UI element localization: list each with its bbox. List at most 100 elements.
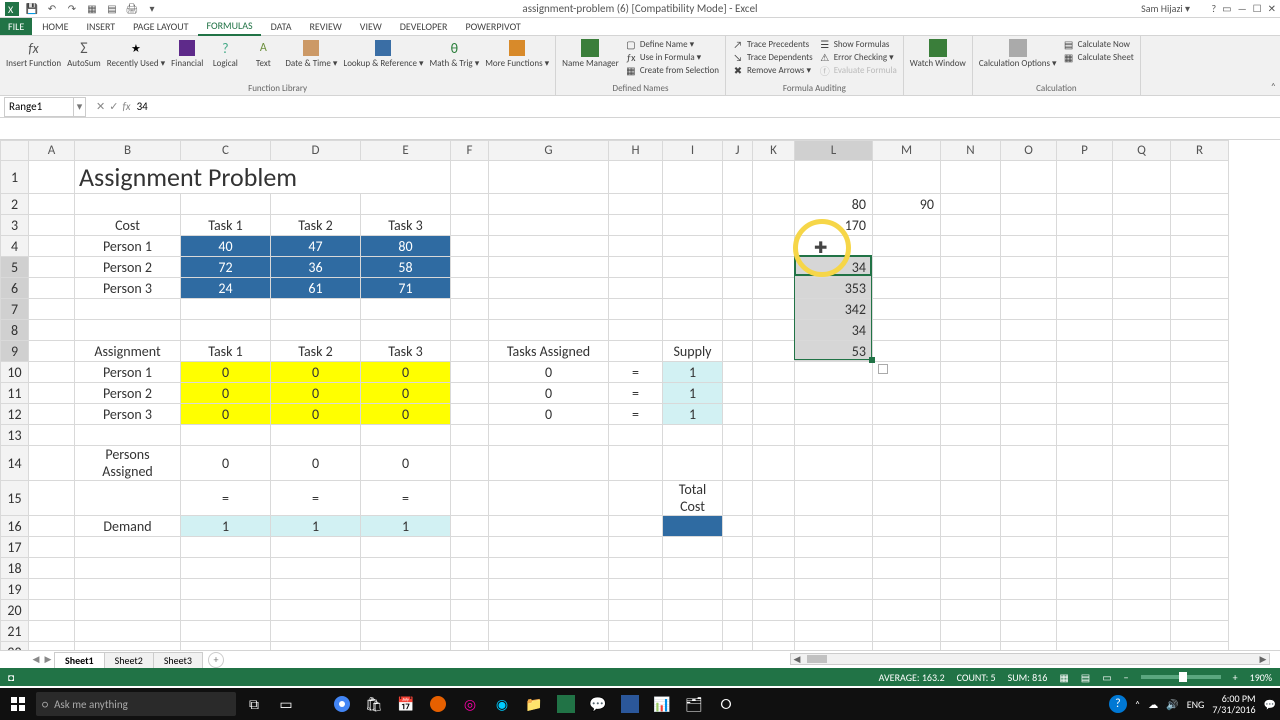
cell[interactable] — [941, 299, 1001, 320]
cell[interactable]: = — [271, 481, 361, 516]
row-header[interactable]: 17 — [1, 537, 29, 558]
cell[interactable] — [181, 299, 271, 320]
cell[interactable]: 1 — [663, 404, 723, 425]
cell[interactable] — [1171, 194, 1229, 215]
cell[interactable] — [795, 383, 873, 404]
cell[interactable] — [1113, 516, 1171, 537]
cell[interactable]: 0 — [489, 404, 609, 425]
signin-label[interactable]: Sam Hijazi ▾ — [1141, 2, 1190, 15]
row-header[interactable]: 3 — [1, 215, 29, 236]
cell[interactable] — [609, 194, 663, 215]
cell[interactable] — [663, 161, 723, 194]
cell[interactable] — [489, 278, 609, 299]
column-header[interactable]: D — [271, 141, 361, 161]
qat-dropdown-icon[interactable]: ▾ — [144, 1, 160, 17]
cell[interactable] — [29, 320, 75, 341]
cell[interactable] — [609, 642, 663, 651]
cell[interactable] — [723, 516, 753, 537]
notifications-icon[interactable]: 💬 — [1264, 698, 1276, 711]
cell[interactable] — [181, 320, 271, 341]
cell[interactable] — [489, 558, 609, 579]
add-sheet-button[interactable]: + — [208, 652, 224, 668]
cell[interactable] — [1113, 299, 1171, 320]
cell[interactable] — [451, 600, 489, 621]
cell[interactable] — [29, 516, 75, 537]
cell[interactable] — [1057, 194, 1113, 215]
collapse-ribbon-icon[interactable]: ˄ — [1271, 80, 1276, 93]
cell[interactable] — [723, 257, 753, 278]
cell[interactable] — [1001, 215, 1057, 236]
cell[interactable] — [663, 516, 723, 537]
cell[interactable] — [181, 621, 271, 642]
zoom-slider[interactable] — [1141, 675, 1221, 679]
cell[interactable] — [181, 642, 271, 651]
cell[interactable] — [609, 446, 663, 481]
cell[interactable] — [1001, 481, 1057, 516]
cell[interactable] — [873, 383, 941, 404]
cell[interactable] — [663, 600, 723, 621]
cell[interactable] — [609, 161, 663, 194]
column-header[interactable]: H — [609, 141, 663, 161]
cell[interactable] — [795, 362, 873, 383]
help-icon[interactable]: ? — [1211, 2, 1216, 15]
quick-analysis-icon[interactable] — [878, 364, 888, 374]
help-icon[interactable]: ? — [1109, 695, 1127, 713]
insert-function-button[interactable]: fxInsert Function — [6, 38, 61, 68]
cell[interactable] — [489, 320, 609, 341]
cell[interactable] — [1171, 320, 1229, 341]
cell[interactable] — [1171, 425, 1229, 446]
cell[interactable]: = — [609, 404, 663, 425]
cell[interactable] — [489, 621, 609, 642]
task-view-icon[interactable]: ⧉ — [240, 690, 268, 718]
cell[interactable]: Assignment Problem — [75, 161, 451, 194]
cell[interactable] — [29, 362, 75, 383]
cell[interactable]: 0 — [361, 404, 451, 425]
cell[interactable] — [753, 341, 795, 362]
start-button[interactable] — [4, 690, 32, 718]
cell[interactable] — [451, 481, 489, 516]
row-header[interactable]: 19 — [1, 579, 29, 600]
cell[interactable]: Supply — [663, 341, 723, 362]
cell[interactable] — [941, 404, 1001, 425]
watch-window-button[interactable]: Watch Window — [910, 38, 966, 68]
cell[interactable] — [181, 558, 271, 579]
cell[interactable]: Assignment — [75, 341, 181, 362]
cell[interactable] — [29, 537, 75, 558]
cell[interactable]: 71 — [361, 278, 451, 299]
cell[interactable] — [29, 194, 75, 215]
cell[interactable] — [489, 194, 609, 215]
cell[interactable] — [941, 446, 1001, 481]
cell[interactable] — [873, 257, 941, 278]
cell[interactable]: 0 — [181, 446, 271, 481]
cell[interactable] — [609, 320, 663, 341]
column-header[interactable]: A — [29, 141, 75, 161]
cell[interactable] — [873, 446, 941, 481]
cell[interactable] — [795, 642, 873, 651]
task-view-icon[interactable]: ▭ — [272, 690, 300, 718]
column-header[interactable]: O — [1001, 141, 1057, 161]
text-button[interactable]: AText — [247, 38, 279, 68]
app-icon[interactable]: ◎ — [456, 690, 484, 718]
cell[interactable] — [1057, 278, 1113, 299]
cell[interactable] — [753, 579, 795, 600]
record-macro-icon[interactable]: ◘ — [8, 671, 14, 684]
scroll-left-icon[interactable]: ◀ — [791, 654, 803, 665]
cell[interactable] — [795, 161, 873, 194]
cell[interactable] — [489, 516, 609, 537]
cell[interactable]: 80 — [361, 236, 451, 257]
row-header[interactable]: 6 — [1, 278, 29, 299]
cell[interactable] — [1057, 579, 1113, 600]
cell[interactable] — [941, 537, 1001, 558]
tab-review[interactable]: REVIEW — [301, 18, 349, 35]
cell[interactable] — [75, 481, 181, 516]
cell[interactable] — [753, 194, 795, 215]
cell[interactable] — [753, 236, 795, 257]
clock[interactable]: 6:00 PM 7/31/2016 — [1212, 693, 1255, 715]
cell[interactable] — [361, 621, 451, 642]
cell[interactable] — [489, 215, 609, 236]
cell[interactable]: 72 — [181, 257, 271, 278]
name-box-dropdown-icon[interactable]: ▾ — [74, 97, 86, 117]
tab-powerpivot[interactable]: POWERPIVOT — [457, 18, 528, 35]
cell[interactable] — [753, 446, 795, 481]
tab-developer[interactable]: DEVELOPER — [392, 18, 456, 35]
